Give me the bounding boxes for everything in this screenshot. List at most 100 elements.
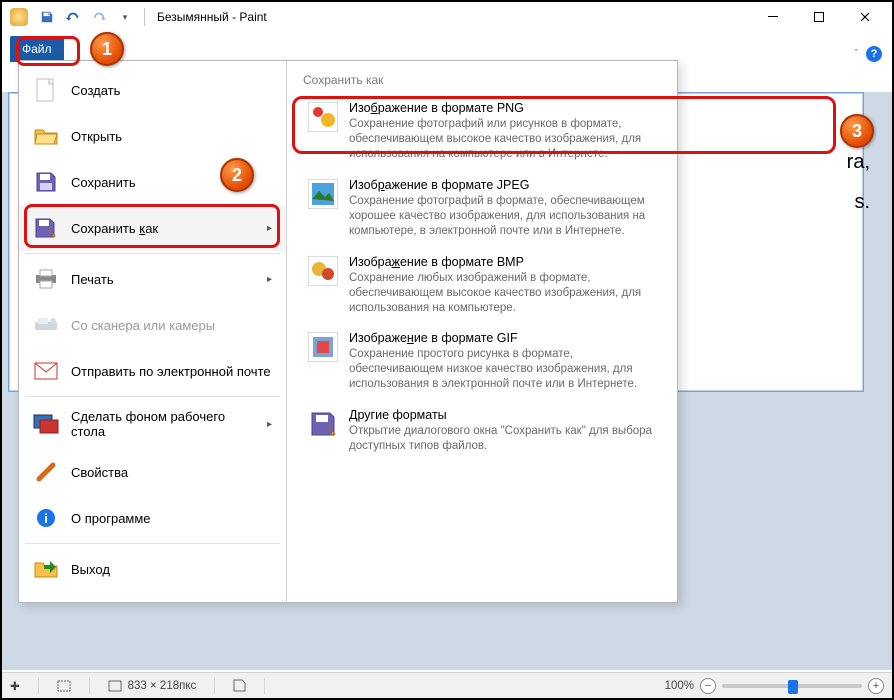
status-position: ✚ (10, 679, 20, 693)
file-menu-label: Со сканера или камеры (71, 318, 215, 333)
other-formats-icon (307, 408, 339, 440)
file-menu-exit[interactable]: Выход (19, 546, 286, 592)
ribbon-collapse-icon[interactable]: ˆ (854, 48, 858, 60)
canvas-size-text: 833 × 218пкс (128, 680, 197, 692)
maximize-button[interactable] (796, 2, 842, 32)
file-tab[interactable]: Файл (10, 36, 64, 62)
crosshair-icon: ✚ (10, 679, 20, 693)
file-menu-left: Создать Открыть Сохранить Сохранить как … (19, 61, 287, 602)
step-badge-3: 3 (840, 114, 874, 148)
zoom-in-button[interactable]: + (868, 678, 884, 694)
format-desc: Сохранение фотографий или рисунков в фор… (349, 117, 657, 162)
status-filesize (233, 679, 246, 692)
zoom-slider[interactable] (722, 684, 862, 688)
format-title: Изображение в формате BMP (349, 255, 657, 269)
file-menu-about[interactable]: i О программе (19, 495, 286, 541)
minimize-button[interactable] (750, 2, 796, 32)
format-title: Изображение в формате GIF (349, 331, 657, 345)
status-selection (57, 680, 71, 692)
close-button[interactable] (842, 2, 888, 32)
open-icon (33, 123, 59, 149)
ribbon-right: ˆ ? (854, 46, 892, 62)
save-as-bmp[interactable]: Изображение в формате BMP Сохранение люб… (301, 247, 663, 324)
file-menu-label: Сделать фоном рабочего стола (71, 409, 255, 439)
submenu-title: Сохранить как (301, 69, 663, 93)
save-as-jpeg[interactable]: Изображение в формате JPEG Сохранение фо… (301, 170, 663, 247)
format-desc: Сохранение простого рисунка в формате, о… (349, 347, 657, 392)
svg-text:i: i (44, 511, 48, 526)
zoom-label: 100% (665, 680, 694, 692)
save-as-png[interactable]: Изображение в формате PNG Сохранение фот… (301, 93, 663, 170)
file-menu-label: Отправить по электронной почте (71, 364, 271, 379)
file-menu-open[interactable]: Открыть (19, 113, 286, 159)
menu-separator (25, 253, 280, 254)
save-as-other[interactable]: Другие форматы Открытие диалогового окна… (301, 400, 663, 462)
file-menu-label: О программе (71, 511, 151, 526)
app-icon (10, 8, 28, 26)
file-menu-properties[interactable]: Свойства (19, 449, 286, 495)
qat-customize-button[interactable]: ▾ (114, 6, 136, 28)
qat-separator (144, 8, 145, 26)
qat-undo-button[interactable] (62, 6, 84, 28)
save-as-gif[interactable]: Изображение в формате GIF Сохранение про… (301, 323, 663, 400)
file-menu-label: Сохранить (71, 175, 136, 190)
gif-icon (307, 331, 339, 363)
quick-access-toolbar: ▾ (6, 6, 149, 28)
canvas-text-line: ra, (843, 142, 870, 182)
size-icon (108, 680, 122, 692)
format-desc: Открытие диалогового окна "Сохранить как… (349, 424, 657, 454)
file-menu-new[interactable]: Создать (19, 67, 286, 113)
qat-redo-button[interactable] (88, 6, 110, 28)
format-title: Изображение в формате JPEG (349, 178, 657, 192)
file-menu: Создать Открыть Сохранить Сохранить как … (18, 60, 678, 603)
zoom-controls: 100% − + (665, 678, 884, 694)
chevron-right-icon: ▸ (267, 274, 272, 285)
png-icon (307, 101, 339, 133)
file-menu-label: Сохранить как (71, 221, 158, 236)
format-desc: Сохранение любых изображений в формате, … (349, 271, 657, 316)
chevron-right-icon: ▸ (267, 223, 272, 234)
file-menu-label: Выход (71, 562, 110, 577)
canvas-text-line: s. (843, 182, 870, 222)
exit-icon (33, 556, 59, 582)
window-buttons (750, 2, 888, 32)
status-canvas-size: 833 × 218пкс (108, 680, 197, 692)
save-as-submenu: Сохранить как Изображение в формате PNG … (287, 61, 677, 602)
format-title: Изображение в формате PNG (349, 101, 657, 115)
file-menu-label: Создать (71, 83, 120, 98)
save-as-icon (33, 215, 59, 241)
menu-separator (25, 543, 280, 544)
new-icon (33, 77, 59, 103)
menu-separator (25, 396, 280, 397)
file-menu-save-as[interactable]: Сохранить как ▸ (19, 205, 286, 251)
bmp-icon (307, 255, 339, 287)
help-button[interactable]: ? (866, 46, 882, 62)
about-icon: i (33, 505, 59, 531)
zoom-out-button[interactable]: − (700, 678, 716, 694)
file-menu-label: Открыть (71, 129, 122, 144)
wallpaper-icon (33, 411, 59, 437)
email-icon (33, 358, 59, 384)
file-menu-label: Свойства (71, 465, 128, 480)
chevron-right-icon: ▸ (267, 419, 272, 430)
step-badge-1: 1 (90, 32, 124, 66)
step-badge-2: 2 (220, 158, 254, 192)
ribbon-tabs: Файл ˆ ? (2, 32, 892, 62)
window-title: Безымянный - Paint (157, 10, 267, 24)
format-desc: Сохранение фотографий в формате, обеспеч… (349, 194, 657, 239)
format-title: Другие форматы (349, 408, 657, 422)
file-menu-email[interactable]: Отправить по электронной почте (19, 348, 286, 394)
qat-save-button[interactable] (36, 6, 58, 28)
file-menu-scanner: Со сканера или камеры (19, 302, 286, 348)
jpeg-icon (307, 178, 339, 210)
disk-icon (233, 679, 246, 692)
zoom-slider-thumb[interactable] (788, 680, 798, 694)
save-icon (33, 169, 59, 195)
title-bar: ▾ Безымянный - Paint (2, 2, 892, 32)
properties-icon (33, 459, 59, 485)
file-menu-wallpaper[interactable]: Сделать фоном рабочего стола ▸ (19, 399, 286, 449)
file-menu-print[interactable]: Печать ▸ (19, 256, 286, 302)
scanner-icon (33, 312, 59, 338)
print-icon (33, 266, 59, 292)
status-bar: ✚ 833 × 218пкс 100% − + (2, 672, 892, 698)
